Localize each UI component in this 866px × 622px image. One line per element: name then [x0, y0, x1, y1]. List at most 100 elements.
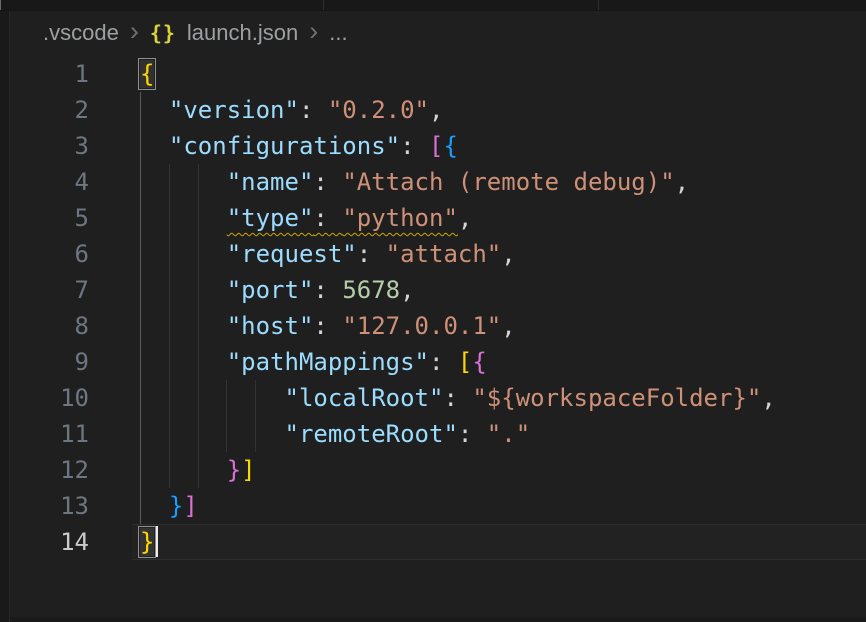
code-token: ] — [183, 492, 197, 520]
code-token: : — [313, 204, 342, 232]
code-token: "python" — [342, 204, 458, 232]
code-text: } — [140, 524, 154, 560]
code-token: "configurations" — [169, 132, 400, 160]
breadcrumb-file[interactable]: launch.json — [187, 20, 298, 46]
line-number[interactable]: 10 — [0, 380, 89, 416]
code-line[interactable]: 10 "localRoot": "${workspaceFolder}", — [0, 380, 866, 416]
code-token: "." — [487, 420, 530, 448]
code-line[interactable]: 3 "configurations": [{ — [0, 128, 866, 164]
code-line[interactable]: 6 "request": "attach", — [0, 236, 866, 272]
code-token: { — [443, 132, 457, 160]
code-text: "localRoot": "${workspaceFolder}", — [140, 380, 776, 416]
code-line[interactable]: 12 }] — [0, 452, 866, 488]
window-left-edge — [0, 0, 10, 622]
code-text: "name": "Attach (remote debug)", — [140, 164, 689, 200]
code-text: "request": "attach", — [140, 236, 516, 272]
code-token: : — [400, 132, 429, 160]
code-token: : — [313, 276, 342, 304]
code-token: } — [227, 456, 241, 484]
bracket-match: } — [140, 528, 154, 556]
code-token: , — [675, 168, 689, 196]
code-token: [ — [458, 348, 472, 376]
code-token: : — [313, 168, 342, 196]
code-token: , — [501, 240, 515, 268]
text-cursor — [156, 526, 158, 557]
code-text: { — [140, 56, 154, 92]
code-token: [ — [429, 132, 443, 160]
code-line[interactable]: 5 "type": "python", — [0, 200, 866, 236]
code-token: "${workspaceFolder}" — [472, 384, 761, 412]
line-number[interactable]: 7 — [0, 272, 89, 308]
code-token: "version" — [169, 96, 299, 124]
bracket-match: { — [140, 60, 154, 88]
line-number[interactable]: 8 — [0, 308, 89, 344]
code-text: "configurations": [{ — [140, 128, 458, 164]
line-number[interactable]: 9 — [0, 344, 89, 380]
breadcrumb-symbol[interactable]: ... — [329, 20, 347, 46]
breadcrumb: .vscode › {} launch.json › ... — [0, 10, 866, 56]
code-token: "Attach (remote debug)" — [342, 168, 674, 196]
code-line[interactable]: 1{ — [0, 56, 866, 92]
json-braces-icon: {} — [150, 21, 176, 45]
code-token: : — [443, 384, 472, 412]
code-line[interactable]: 13 }] — [0, 488, 866, 524]
code-token: , — [458, 204, 472, 232]
tab-divider — [598, 0, 599, 10]
code-line[interactable]: 9 "pathMappings": [{ — [0, 344, 866, 380]
line-number[interactable]: 2 — [0, 92, 89, 128]
code-token: "127.0.0.1" — [342, 312, 501, 340]
code-token: , — [761, 384, 775, 412]
code-token: , — [429, 96, 443, 124]
code-token: } — [169, 492, 183, 520]
line-number[interactable]: 13 — [0, 488, 89, 524]
editor[interactable]: 1{2 "version": "0.2.0",3 "configurations… — [0, 56, 866, 596]
code-token: : — [313, 312, 342, 340]
line-number[interactable]: 11 — [0, 416, 89, 452]
code-line[interactable]: 2 "version": "0.2.0", — [0, 92, 866, 128]
tab-divider — [323, 0, 324, 10]
code-token: "pathMappings" — [227, 348, 429, 376]
code-text: "version": "0.2.0", — [140, 92, 443, 128]
tab-bar-edge — [0, 0, 1, 10]
code-token: "host" — [227, 312, 314, 340]
tab-bar[interactable] — [0, 0, 866, 11]
chevron-right-icon: › — [130, 21, 139, 41]
line-number[interactable]: 5 — [0, 200, 89, 236]
code-line[interactable]: 8 "host": "127.0.0.1", — [0, 308, 866, 344]
code-line[interactable]: 11 "remoteRoot": "." — [0, 416, 866, 452]
code-token: "request" — [227, 240, 357, 268]
code-token: , — [501, 312, 515, 340]
code-token: 5678 — [342, 276, 400, 304]
code-token: ] — [241, 456, 255, 484]
code-line[interactable]: 7 "port": 5678, — [0, 272, 866, 308]
code-text: "port": 5678, — [140, 272, 415, 308]
code-token: : — [429, 348, 458, 376]
code-line[interactable]: 14} — [0, 524, 866, 560]
code-text: "pathMappings": [{ — [140, 344, 487, 380]
code-token: , — [400, 276, 414, 304]
code-token: "name" — [227, 168, 314, 196]
line-number[interactable]: 1 — [0, 56, 89, 92]
code-text: "type": "python", — [140, 200, 472, 236]
window-bottom-edge — [0, 617, 866, 622]
code-token: "attach" — [386, 240, 502, 268]
code-line[interactable]: 4 "name": "Attach (remote debug)", — [0, 164, 866, 200]
code-text: }] — [140, 452, 256, 488]
breadcrumb-folder[interactable]: .vscode — [43, 20, 119, 46]
code-lines: 1{2 "version": "0.2.0",3 "configurations… — [0, 56, 866, 560]
code-token: "remoteRoot" — [285, 420, 458, 448]
line-number[interactable]: 6 — [0, 236, 89, 272]
line-number[interactable]: 12 — [0, 452, 89, 488]
line-number[interactable]: 4 — [0, 164, 89, 200]
line-number[interactable]: 14 — [0, 524, 89, 560]
code-text: "remoteRoot": "." — [140, 416, 530, 452]
code-token: "localRoot" — [285, 384, 444, 412]
code-token: { — [472, 348, 486, 376]
code-text: }] — [140, 488, 198, 524]
code-token: : — [357, 240, 386, 268]
code-token: : — [458, 420, 487, 448]
code-token: : — [299, 96, 328, 124]
code-token: "type" — [227, 204, 314, 232]
line-number[interactable]: 3 — [0, 128, 89, 164]
code-text: "host": "127.0.0.1", — [140, 308, 516, 344]
